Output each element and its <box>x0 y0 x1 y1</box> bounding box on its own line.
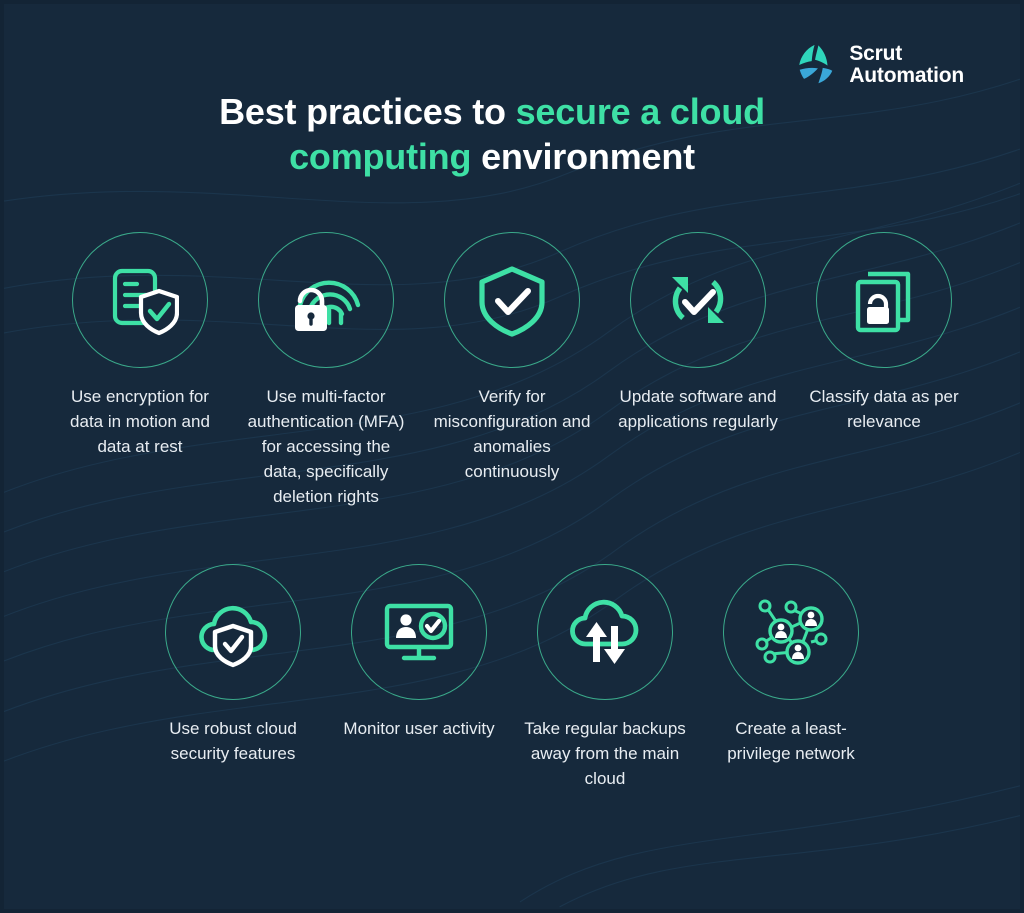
icon-ring <box>72 232 208 368</box>
brand-logo: Scrut Automation <box>793 42 964 88</box>
practices-row-bottom: Use robust cloud security features Monit… <box>4 564 1020 792</box>
practice-item: Classify data as per relevance <box>791 232 977 510</box>
practice-caption: Verify for misconfiguration and anomalie… <box>433 387 591 481</box>
practice-item: Verify for misconfiguration and anomalie… <box>419 232 605 510</box>
document-shield-check-icon <box>112 268 179 336</box>
practice-item: Use multi-factor authentication (MFA) fo… <box>233 232 419 510</box>
icon-ring <box>258 232 394 368</box>
practice-item: Take regular backups away from the main … <box>512 564 698 792</box>
practice-caption: Use multi-factor authentication (MFA) fo… <box>247 387 405 506</box>
monitor-user-check-icon <box>384 603 454 661</box>
practice-item: Use robust cloud security features <box>140 564 326 792</box>
cloud-shield-check-icon <box>199 605 268 668</box>
fingerprint-padlock-icon <box>295 280 361 331</box>
practice-caption: Create a least-privilege network <box>727 719 855 763</box>
icon-ring <box>351 564 487 700</box>
icon-ring <box>537 564 673 700</box>
brand-name: Scrut Automation <box>849 41 964 87</box>
practice-caption: Use robust cloud security features <box>169 719 297 763</box>
scrut-trefoil-logo-icon <box>799 44 833 84</box>
title-part-3: environment <box>471 135 695 177</box>
practice-item: Update software and applications regular… <box>605 232 791 510</box>
icon-ring <box>444 232 580 368</box>
cloud-upload-download-arrows-icon <box>570 599 639 664</box>
user-network-nodes-icon <box>755 599 828 665</box>
practice-item: Use encryption for data in motion and da… <box>47 232 233 510</box>
practices-row-top: Use encryption for data in motion and da… <box>4 232 1020 510</box>
practice-item: Monitor user activity <box>326 564 512 792</box>
documents-padlock-icon <box>855 271 911 333</box>
practice-caption: Monitor user activity <box>343 719 495 738</box>
title-accent-1: secure a cloud <box>515 91 766 132</box>
shield-check-icon <box>479 266 545 337</box>
icon-ring <box>630 232 766 368</box>
title-accent-2: computing <box>289 135 472 177</box>
infographic-canvas: Scrut Automation Best practices to secur… <box>0 0 1024 913</box>
practice-caption: Use encryption for data in motion and da… <box>70 387 210 456</box>
refresh-sync-check-icon <box>672 277 724 323</box>
icon-ring <box>165 564 301 700</box>
icon-ring <box>723 564 859 700</box>
practice-caption: Classify data as per relevance <box>809 387 959 431</box>
practice-caption: Update software and applications regular… <box>618 387 778 431</box>
page-title: Best practices to secure a cloud computi… <box>4 90 1020 179</box>
practice-item: Create a least-privilege network <box>698 564 884 792</box>
practice-caption: Take regular backups away from the main … <box>524 719 686 788</box>
title-part-1: Best practices to <box>219 91 516 132</box>
icon-ring <box>816 232 952 368</box>
